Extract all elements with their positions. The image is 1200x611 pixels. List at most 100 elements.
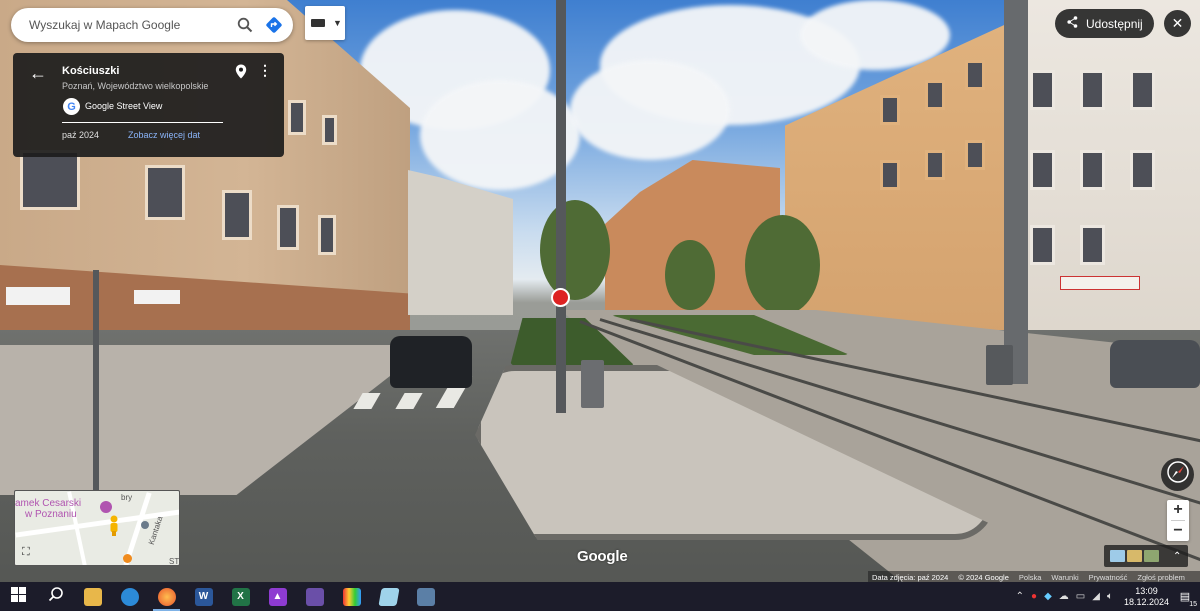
calculator-icon — [416, 587, 435, 606]
map-street-label: Kantaka — [146, 515, 165, 546]
zoom-in-button[interactable]: + — [1167, 500, 1189, 520]
window — [322, 115, 337, 145]
window — [925, 150, 945, 180]
taskbar-affinity[interactable]: ▲ — [259, 582, 296, 611]
map-poi-label: w Poznaniu — [25, 509, 77, 520]
map-poi-label: amek Cesarski — [15, 498, 82, 509]
country-link[interactable]: Polska — [1019, 573, 1042, 582]
edge-icon — [120, 587, 139, 606]
window — [965, 60, 985, 90]
imagery-thumbnails[interactable]: ⌃ — [1104, 545, 1188, 567]
network-icon[interactable]: ◢ — [1092, 591, 1100, 602]
taskbar-photo-app[interactable] — [296, 582, 333, 611]
window — [1080, 70, 1105, 110]
excel-icon: X — [231, 587, 250, 606]
transit-icon — [141, 521, 149, 529]
file-explorer-icon — [83, 587, 102, 606]
compass-control[interactable] — [1161, 458, 1194, 491]
map-street-label: ST — [169, 557, 180, 566]
taskbar-excel[interactable]: X — [222, 582, 259, 611]
taskbar-search[interactable] — [37, 582, 74, 611]
minimap[interactable]: amek Cesarski w Poznaniu Kantaka bry ST … — [14, 490, 180, 566]
more-options-icon[interactable]: ⋮ — [258, 63, 272, 77]
map-type-toggle[interactable]: ▼ — [305, 6, 345, 40]
close-icon: ✕ — [1171, 15, 1184, 31]
shop-sign — [1060, 276, 1140, 290]
window — [1130, 150, 1155, 190]
system-clock[interactable]: 13:09 18.12.2024 — [1124, 586, 1169, 608]
google-watermark: Google — [577, 548, 628, 565]
location-title: Kościuszki — [62, 65, 120, 77]
photo-icon — [305, 587, 324, 606]
window — [1130, 70, 1155, 110]
taskbar-calculator[interactable] — [407, 582, 444, 611]
image-date: Data zdjęcia: paź 2024 — [872, 572, 949, 582]
thumbnail-image[interactable] — [1144, 550, 1159, 562]
terms-link[interactable]: Warunki — [1051, 573, 1078, 582]
chevron-up-icon[interactable]: ⌃ — [1173, 551, 1181, 562]
tree — [665, 240, 715, 310]
start-button[interactable] — [0, 582, 37, 611]
keyboard-icon — [311, 19, 325, 27]
volume-icon[interactable]: 🔈︎ — [1107, 591, 1113, 602]
antivirus-icon[interactable]: ● — [1031, 591, 1037, 602]
search-box — [11, 8, 293, 42]
notification-center[interactable]: ▤ 15 — [1176, 588, 1197, 608]
tree — [540, 200, 610, 300]
directions-icon[interactable] — [264, 15, 284, 35]
dropbox-icon[interactable]: ◆ — [1044, 591, 1052, 602]
restaurant-icon — [123, 554, 132, 563]
card-divider — [62, 122, 223, 123]
affinity-icon: ▲ — [268, 587, 287, 606]
source-label: Google Street View — [85, 101, 163, 111]
taskbar-word[interactable]: W — [185, 582, 222, 611]
firefox-icon — [157, 587, 176, 606]
compass-icon — [1166, 460, 1190, 489]
expand-map-icon[interactable]: ⛶ — [22, 546, 30, 559]
taskbar-color-app[interactable] — [333, 582, 370, 611]
thumbnail-image[interactable] — [1110, 550, 1125, 562]
privacy-link[interactable]: Prywatność — [1089, 573, 1128, 582]
report-problem-link[interactable]: Zgłoś problem — [1137, 573, 1185, 582]
pegman-icon[interactable] — [107, 515, 121, 542]
taskbar-firefox[interactable] — [148, 582, 185, 611]
window — [965, 140, 985, 170]
window — [288, 100, 306, 135]
window — [880, 160, 900, 190]
window — [222, 190, 252, 240]
parked-car — [1110, 340, 1200, 388]
traction-pole — [556, 0, 566, 413]
close-button[interactable]: ✕ — [1164, 10, 1191, 37]
taskbar-edge[interactable] — [111, 582, 148, 611]
taskbar-cube-app[interactable] — [370, 582, 407, 611]
window — [277, 205, 299, 250]
traction-pole — [1004, 0, 1028, 384]
word-icon: W — [194, 587, 213, 606]
black-car — [390, 336, 472, 388]
clock-time: 13:09 — [1135, 585, 1158, 596]
search-input[interactable] — [29, 18, 219, 32]
taskbar-file-explorer[interactable] — [74, 582, 111, 611]
back-arrow-icon[interactable]: ← — [29, 64, 47, 82]
tree — [745, 215, 820, 315]
poi-marker-icon — [100, 501, 112, 513]
google-logo-icon: G — [63, 98, 80, 115]
shop-sign — [134, 290, 180, 304]
zoom-out-button[interactable]: − — [1167, 521, 1189, 541]
share-icon — [1067, 16, 1078, 31]
map-pin-icon[interactable] — [235, 64, 247, 84]
cloud-icon[interactable]: ☁ — [1059, 591, 1069, 602]
location-info-card: ← Kościuszki Poznań, Województwo wielkop… — [13, 53, 284, 157]
thumbnail-image[interactable] — [1127, 550, 1142, 562]
search-icon[interactable] — [235, 15, 255, 35]
chevron-up-icon[interactable]: ⌃ — [1016, 591, 1024, 602]
battery-icon[interactable]: ▭ — [1076, 591, 1085, 602]
window — [1030, 225, 1055, 265]
share-button[interactable]: Udostępnij — [1055, 9, 1154, 38]
more-dates-link[interactable]: Zobacz więcej dat — [128, 130, 200, 140]
caret-down-icon: ▼ — [333, 18, 342, 28]
window — [925, 80, 945, 110]
system-tray: ⌃ ● ◆ ☁ ▭ ◢ 🔈︎ 13:09 18.12.2024 ▤ 15 — [1016, 582, 1200, 611]
no-entry-sign — [551, 288, 570, 307]
window — [1030, 150, 1055, 190]
